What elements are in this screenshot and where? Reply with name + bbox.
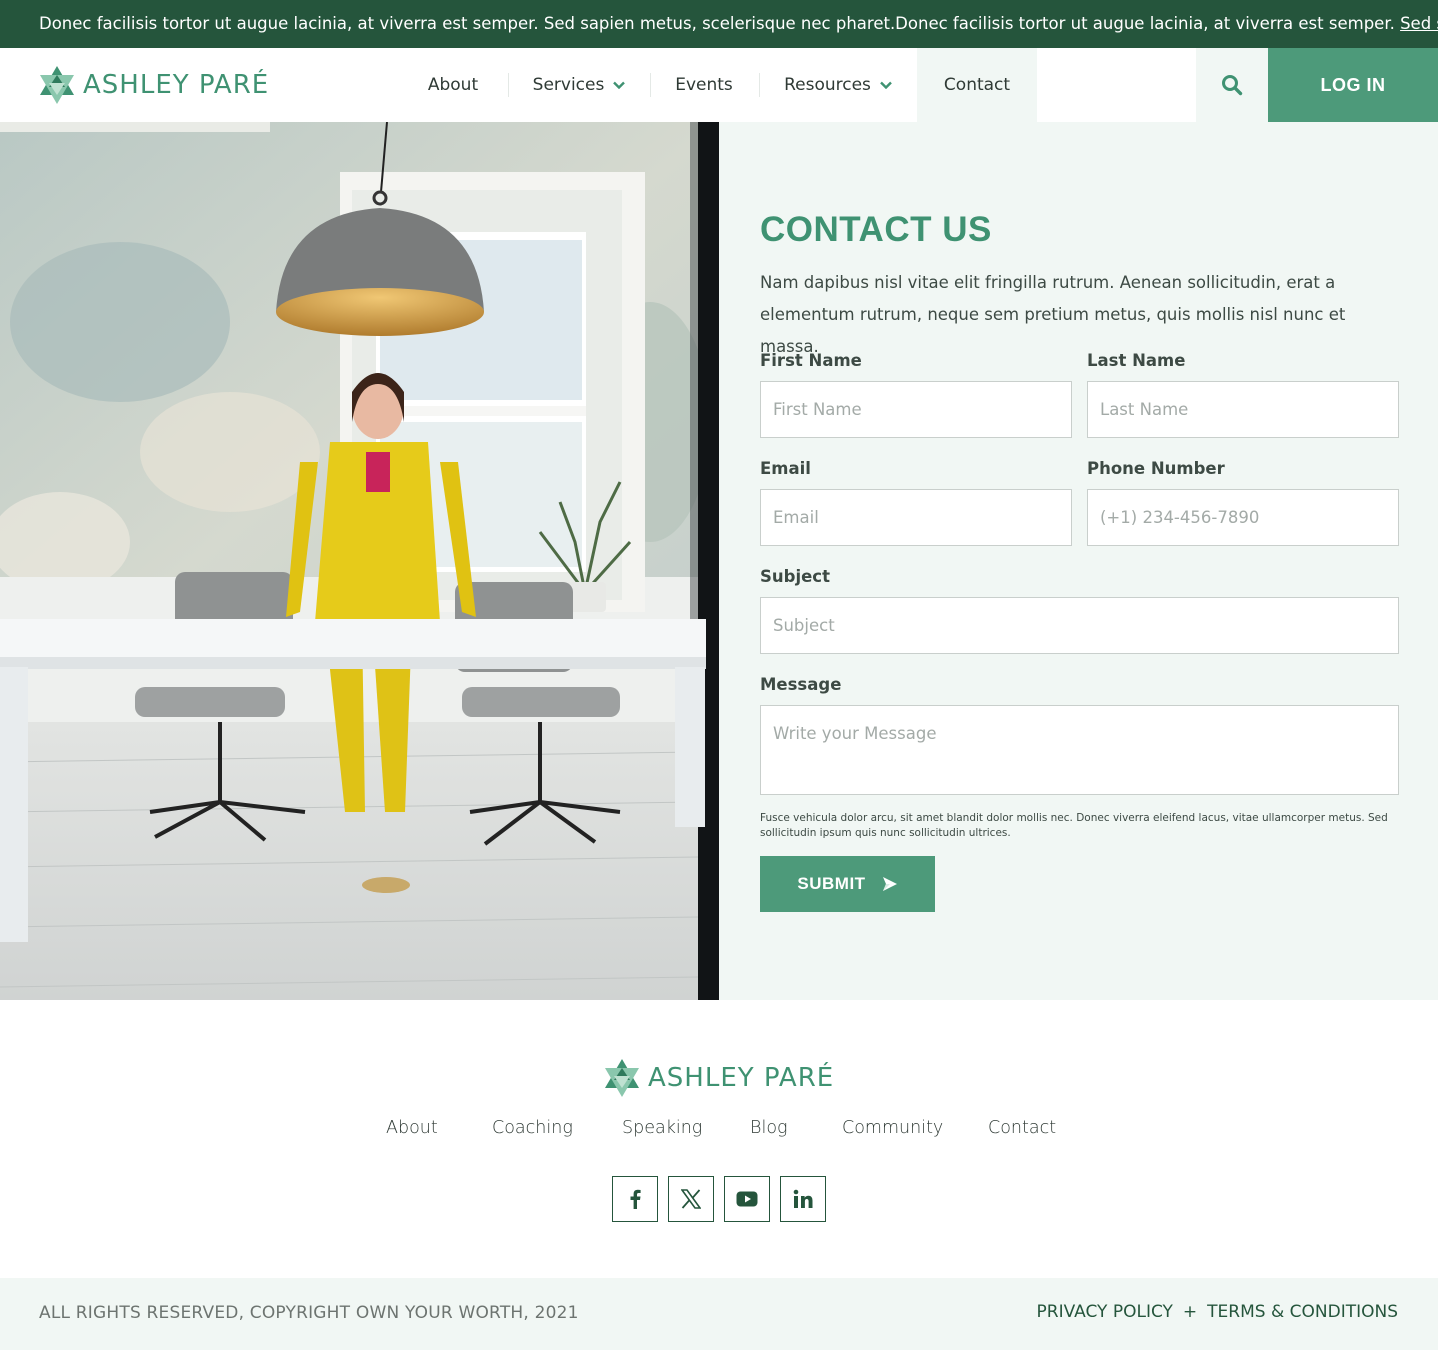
nav-events-label: Events xyxy=(675,75,733,95)
star-logo-icon xyxy=(40,66,74,104)
footer-wordmark: ASHLEY PARÉ xyxy=(648,1063,835,1093)
last-name-label: Last Name xyxy=(1087,351,1186,370)
search-button[interactable] xyxy=(1196,48,1268,122)
nav-about[interactable]: About xyxy=(414,48,492,122)
nav-divider xyxy=(508,73,509,97)
contact-title: CONTACT US xyxy=(760,210,992,249)
first-name-input[interactable] xyxy=(760,381,1072,438)
last-name-input[interactable] xyxy=(1087,381,1399,438)
star-logo-icon xyxy=(605,1059,639,1097)
legal-links: PRIVACY POLICY + TERMS & CONDITIONS xyxy=(1037,1302,1398,1322)
footer-link-contact[interactable]: Contact xyxy=(988,1118,1056,1148)
nav-contact-label: Contact xyxy=(943,75,1011,95)
brand-logo[interactable]: ASHLEY PARÉ xyxy=(39,65,269,105)
submit-button[interactable]: SUBMIT xyxy=(760,856,935,912)
footer-link-community[interactable]: Community xyxy=(842,1118,943,1148)
footer-bottom-bar: ALL RIGHTS RESERVED, COPYRIGHT OWN YOUR … xyxy=(0,1278,1438,1350)
copyright-text: ALL RIGHTS RESERVED, COPYRIGHT OWN YOUR … xyxy=(39,1303,579,1323)
send-icon xyxy=(882,877,897,891)
nav-divider xyxy=(650,73,651,97)
announcement-text: Donec facilisis tortor ut augue lacinia,… xyxy=(39,14,1401,33)
linkedin-button[interactable] xyxy=(780,1176,826,1222)
nav-events[interactable]: Events xyxy=(666,48,742,122)
nav-services-label: Services xyxy=(532,75,605,95)
phone-input[interactable] xyxy=(1087,489,1399,546)
footer-link-speaking[interactable]: Speaking xyxy=(622,1118,702,1148)
nav-resources[interactable]: Resources xyxy=(775,48,901,122)
x-button[interactable] xyxy=(668,1176,714,1222)
facebook-icon xyxy=(630,1189,641,1209)
contact-intro: Nam dapibus nisl vitae elit fringilla ru… xyxy=(760,273,1346,356)
site-header: ASHLEY PARÉ About Services Events Resour… xyxy=(0,48,1438,122)
hero-photo xyxy=(0,122,719,1000)
email-label: Email xyxy=(760,459,811,478)
footer-link-blog[interactable]: Blog xyxy=(750,1118,788,1148)
nav-divider xyxy=(759,73,760,97)
message-textarea[interactable] xyxy=(760,705,1399,795)
nav-about-label: About xyxy=(427,75,479,95)
legal-separator: + xyxy=(1182,1302,1198,1322)
announcement-bar: Donec facilisis tortor ut augue lacinia,… xyxy=(0,0,1438,48)
chevron-down-icon xyxy=(880,81,892,89)
phone-label: Phone Number xyxy=(1087,459,1225,478)
nav-services[interactable]: Services xyxy=(524,48,634,122)
brand-wordmark: ASHLEY PARÉ xyxy=(83,70,270,100)
announcement-link[interactable]: Sed sapien xyxy=(1400,14,1438,33)
login-button[interactable]: LOG IN xyxy=(1268,48,1438,122)
email-input[interactable] xyxy=(760,489,1072,546)
facebook-button[interactable] xyxy=(612,1176,658,1222)
nav-resources-label: Resources xyxy=(784,75,871,95)
x-icon xyxy=(681,1189,701,1209)
submit-label: SUBMIT xyxy=(797,874,866,893)
search-icon xyxy=(1222,75,1243,96)
subject-input[interactable] xyxy=(760,597,1399,654)
subject-label: Subject xyxy=(760,567,830,586)
youtube-button[interactable] xyxy=(724,1176,770,1222)
terms-link[interactable]: TERMS & CONDITIONS xyxy=(1207,1302,1398,1322)
footer-link-coaching[interactable]: Coaching xyxy=(492,1118,573,1148)
chevron-down-icon xyxy=(613,81,626,89)
office-photo-illustration xyxy=(0,122,719,1000)
privacy-policy-link[interactable]: PRIVACY POLICY xyxy=(1037,1302,1173,1322)
first-name-label: First Name xyxy=(760,351,862,370)
linkedin-icon xyxy=(793,1189,813,1208)
message-label: Message xyxy=(760,675,842,694)
footer-logo[interactable]: ASHLEY PARÉ xyxy=(604,1058,834,1098)
youtube-icon xyxy=(736,1191,758,1207)
form-disclaimer: Fusce vehicula dolor arcu, sit amet blan… xyxy=(760,812,1388,839)
contact-panel: CONTACT US Nam dapibus nisl vitae elit f… xyxy=(719,122,1438,1000)
nav-contact[interactable]: Contact xyxy=(917,48,1037,122)
footer-link-about[interactable]: About xyxy=(386,1118,438,1148)
